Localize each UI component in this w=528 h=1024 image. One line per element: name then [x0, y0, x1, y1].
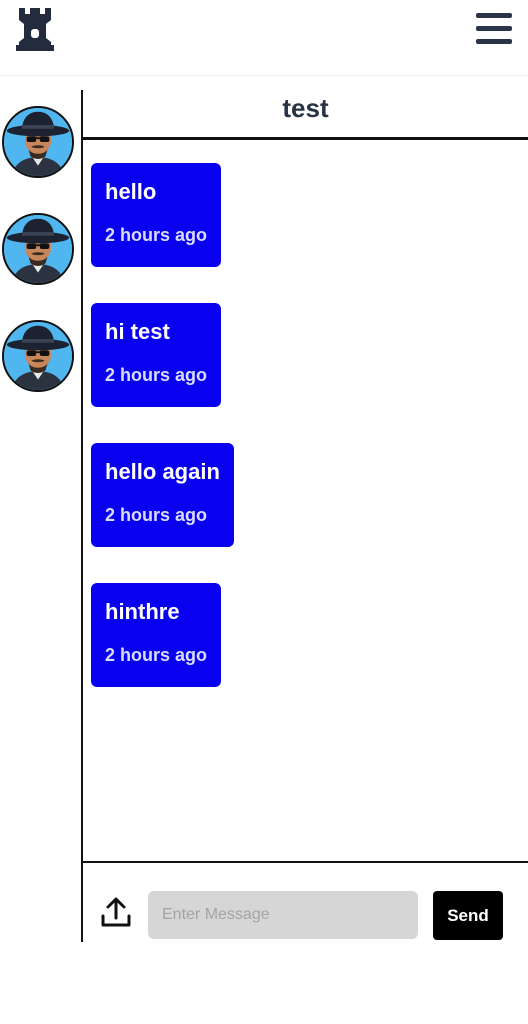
user-avatar-icon[interactable]	[2, 320, 74, 392]
message-text: hello again	[105, 459, 220, 484]
message-text: hi test	[105, 319, 170, 344]
hamburger-menu-icon[interactable]	[476, 13, 512, 45]
message-bubble[interactable]: hinthre 2 hours ago	[91, 583, 222, 687]
conversation-sidebar	[0, 76, 82, 942]
message-bubble[interactable]: hello 2 hours ago	[91, 163, 222, 267]
chat-title: test	[282, 93, 329, 123]
message-list: hello 2 hours ago hi test 2 hours ago he…	[83, 143, 528, 861]
top-bar	[0, 0, 528, 76]
send-button[interactable]: Send	[433, 891, 503, 940]
user-avatar-icon[interactable]	[2, 106, 74, 178]
message-timestamp: 2 hours ago	[105, 365, 208, 385]
user-avatar-icon[interactable]	[2, 213, 74, 285]
chess-rook-icon[interactable]	[16, 7, 54, 51]
message-timestamp: 2 hours ago	[105, 645, 208, 665]
message-input[interactable]	[148, 891, 418, 939]
message-bubble[interactable]: hi test 2 hours ago	[91, 303, 222, 407]
message-text: hinthre	[105, 599, 180, 624]
message-timestamp: 2 hours ago	[105, 505, 208, 525]
message-composer: Send	[83, 861, 528, 942]
message-timestamp: 2 hours ago	[105, 225, 208, 245]
message-bubble[interactable]: hello again 2 hours ago	[91, 443, 234, 547]
upload-icon[interactable]	[99, 896, 133, 930]
message-text: hello	[105, 179, 157, 204]
app-root: test hello 2 hours ago hi test 2 hours a…	[0, 0, 528, 1024]
chat-header: test	[83, 76, 528, 140]
